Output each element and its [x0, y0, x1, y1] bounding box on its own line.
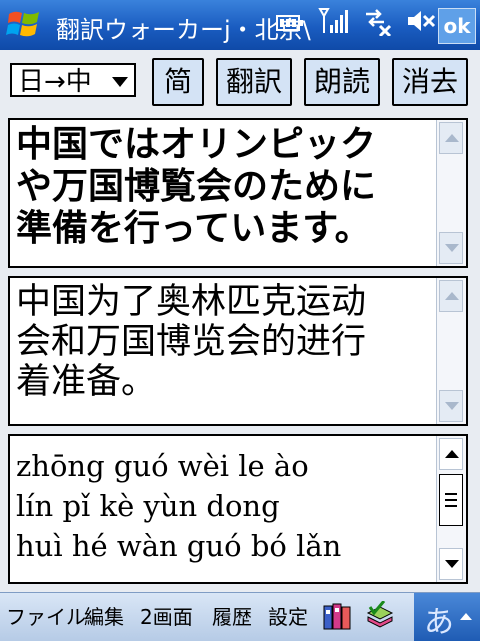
source-line: や万国博覧会のために	[16, 166, 377, 207]
menu-history[interactable]: 履歴	[212, 593, 252, 641]
menu-file[interactable]: ファイル	[6, 593, 86, 641]
scroll-up-button[interactable]	[439, 122, 463, 154]
source-text-area[interactable]: 中国ではオリンピック や万国博覧会のために 準備を行っています。	[8, 118, 468, 268]
scroll-down-button[interactable]	[439, 232, 463, 264]
menu-settings[interactable]: 設定	[268, 593, 308, 641]
wordbook-check-icon[interactable]	[364, 601, 394, 631]
scroll-down-button[interactable]	[439, 548, 463, 580]
menu-bar: ファイル 編集 2画面 履歴 設定 あ	[0, 592, 480, 641]
pinyin-scrollbar[interactable]	[436, 436, 466, 582]
pinyin-line: huì hé wàn guó bó lǎn	[16, 529, 342, 563]
arrow-up-icon	[445, 292, 459, 300]
translation-direction-value: 日→中	[18, 67, 92, 97]
translation-text-area[interactable]: 中国为了奥林匹克运动 会和万国博览会的进行 着准备。	[8, 276, 468, 426]
input-method-button[interactable]: あ	[414, 593, 480, 641]
translation-line: 会和万国博览会的进行	[16, 322, 367, 362]
arrow-up-icon	[445, 134, 459, 142]
translation-text: 中国为了奥林匹克运动 会和万国博览会的进行 着准备。	[16, 282, 430, 402]
arrow-down-icon	[445, 402, 459, 410]
grip-line	[445, 493, 457, 495]
translate-button[interactable]: 翻訳	[216, 58, 292, 106]
source-scrollbar[interactable]	[436, 120, 466, 266]
scroll-up-button[interactable]	[439, 438, 463, 470]
pinyin-text-area[interactable]: zhōng guó wèi le ào lín pǐ kè yùn dong h…	[8, 434, 468, 584]
volume-muted-icon[interactable]	[406, 8, 436, 43]
scroll-down-button[interactable]	[439, 390, 463, 422]
pinyin-line: zhōng guó wèi le ào	[16, 449, 309, 483]
translation-line: 着准备。	[16, 362, 157, 402]
connectivity-icon[interactable]	[362, 6, 392, 45]
scroll-thumb[interactable]	[439, 474, 463, 526]
source-text: 中国ではオリンピック や万国博覧会のために 準備を行っています。	[16, 124, 430, 250]
ime-mode-label: あ	[424, 605, 454, 640]
signal-strength-icon[interactable]	[318, 7, 348, 44]
read-aloud-button[interactable]: 朗読	[304, 58, 380, 106]
windows-start-icon[interactable]	[6, 6, 42, 42]
simplified-chinese-button[interactable]: 简	[152, 58, 204, 106]
source-line: 中国ではオリンピック	[16, 124, 377, 165]
pinyin-line: lín pǐ kè yùn dong	[16, 489, 280, 523]
menu-edit[interactable]: 編集	[84, 593, 124, 641]
arrow-down-icon	[445, 560, 459, 568]
translation-line: 中国为了奥林匹克运动	[16, 282, 367, 322]
translation-direction-select[interactable]: 日→中	[10, 63, 136, 97]
window-title: 翻訳ウォーカーj・北京\	[56, 16, 311, 44]
arrow-up-icon	[460, 613, 472, 620]
battery-icon[interactable]	[276, 8, 304, 42]
title-bar: 翻訳ウォーカーj・北京\ ok	[0, 0, 480, 50]
ok-button[interactable]: ok	[438, 8, 476, 44]
chevron-down-icon	[112, 77, 128, 87]
clear-button[interactable]: 消去	[392, 58, 468, 106]
arrow-down-icon	[445, 244, 459, 252]
source-line: 準備を行っています。	[16, 208, 371, 249]
scroll-up-button[interactable]	[439, 280, 463, 312]
grip-line	[445, 505, 457, 507]
pinyin-text: zhōng guó wèi le ào lín pǐ kè yùn dong h…	[16, 446, 430, 566]
arrow-up-icon	[445, 450, 459, 458]
toolbar: 日→中 简 翻訳 朗読 消去	[0, 50, 480, 116]
grip-line	[445, 499, 457, 501]
menu-split-screen[interactable]: 2画面	[140, 593, 193, 641]
translation-scrollbar[interactable]	[436, 278, 466, 424]
dictionary-books-icon[interactable]	[322, 601, 352, 631]
